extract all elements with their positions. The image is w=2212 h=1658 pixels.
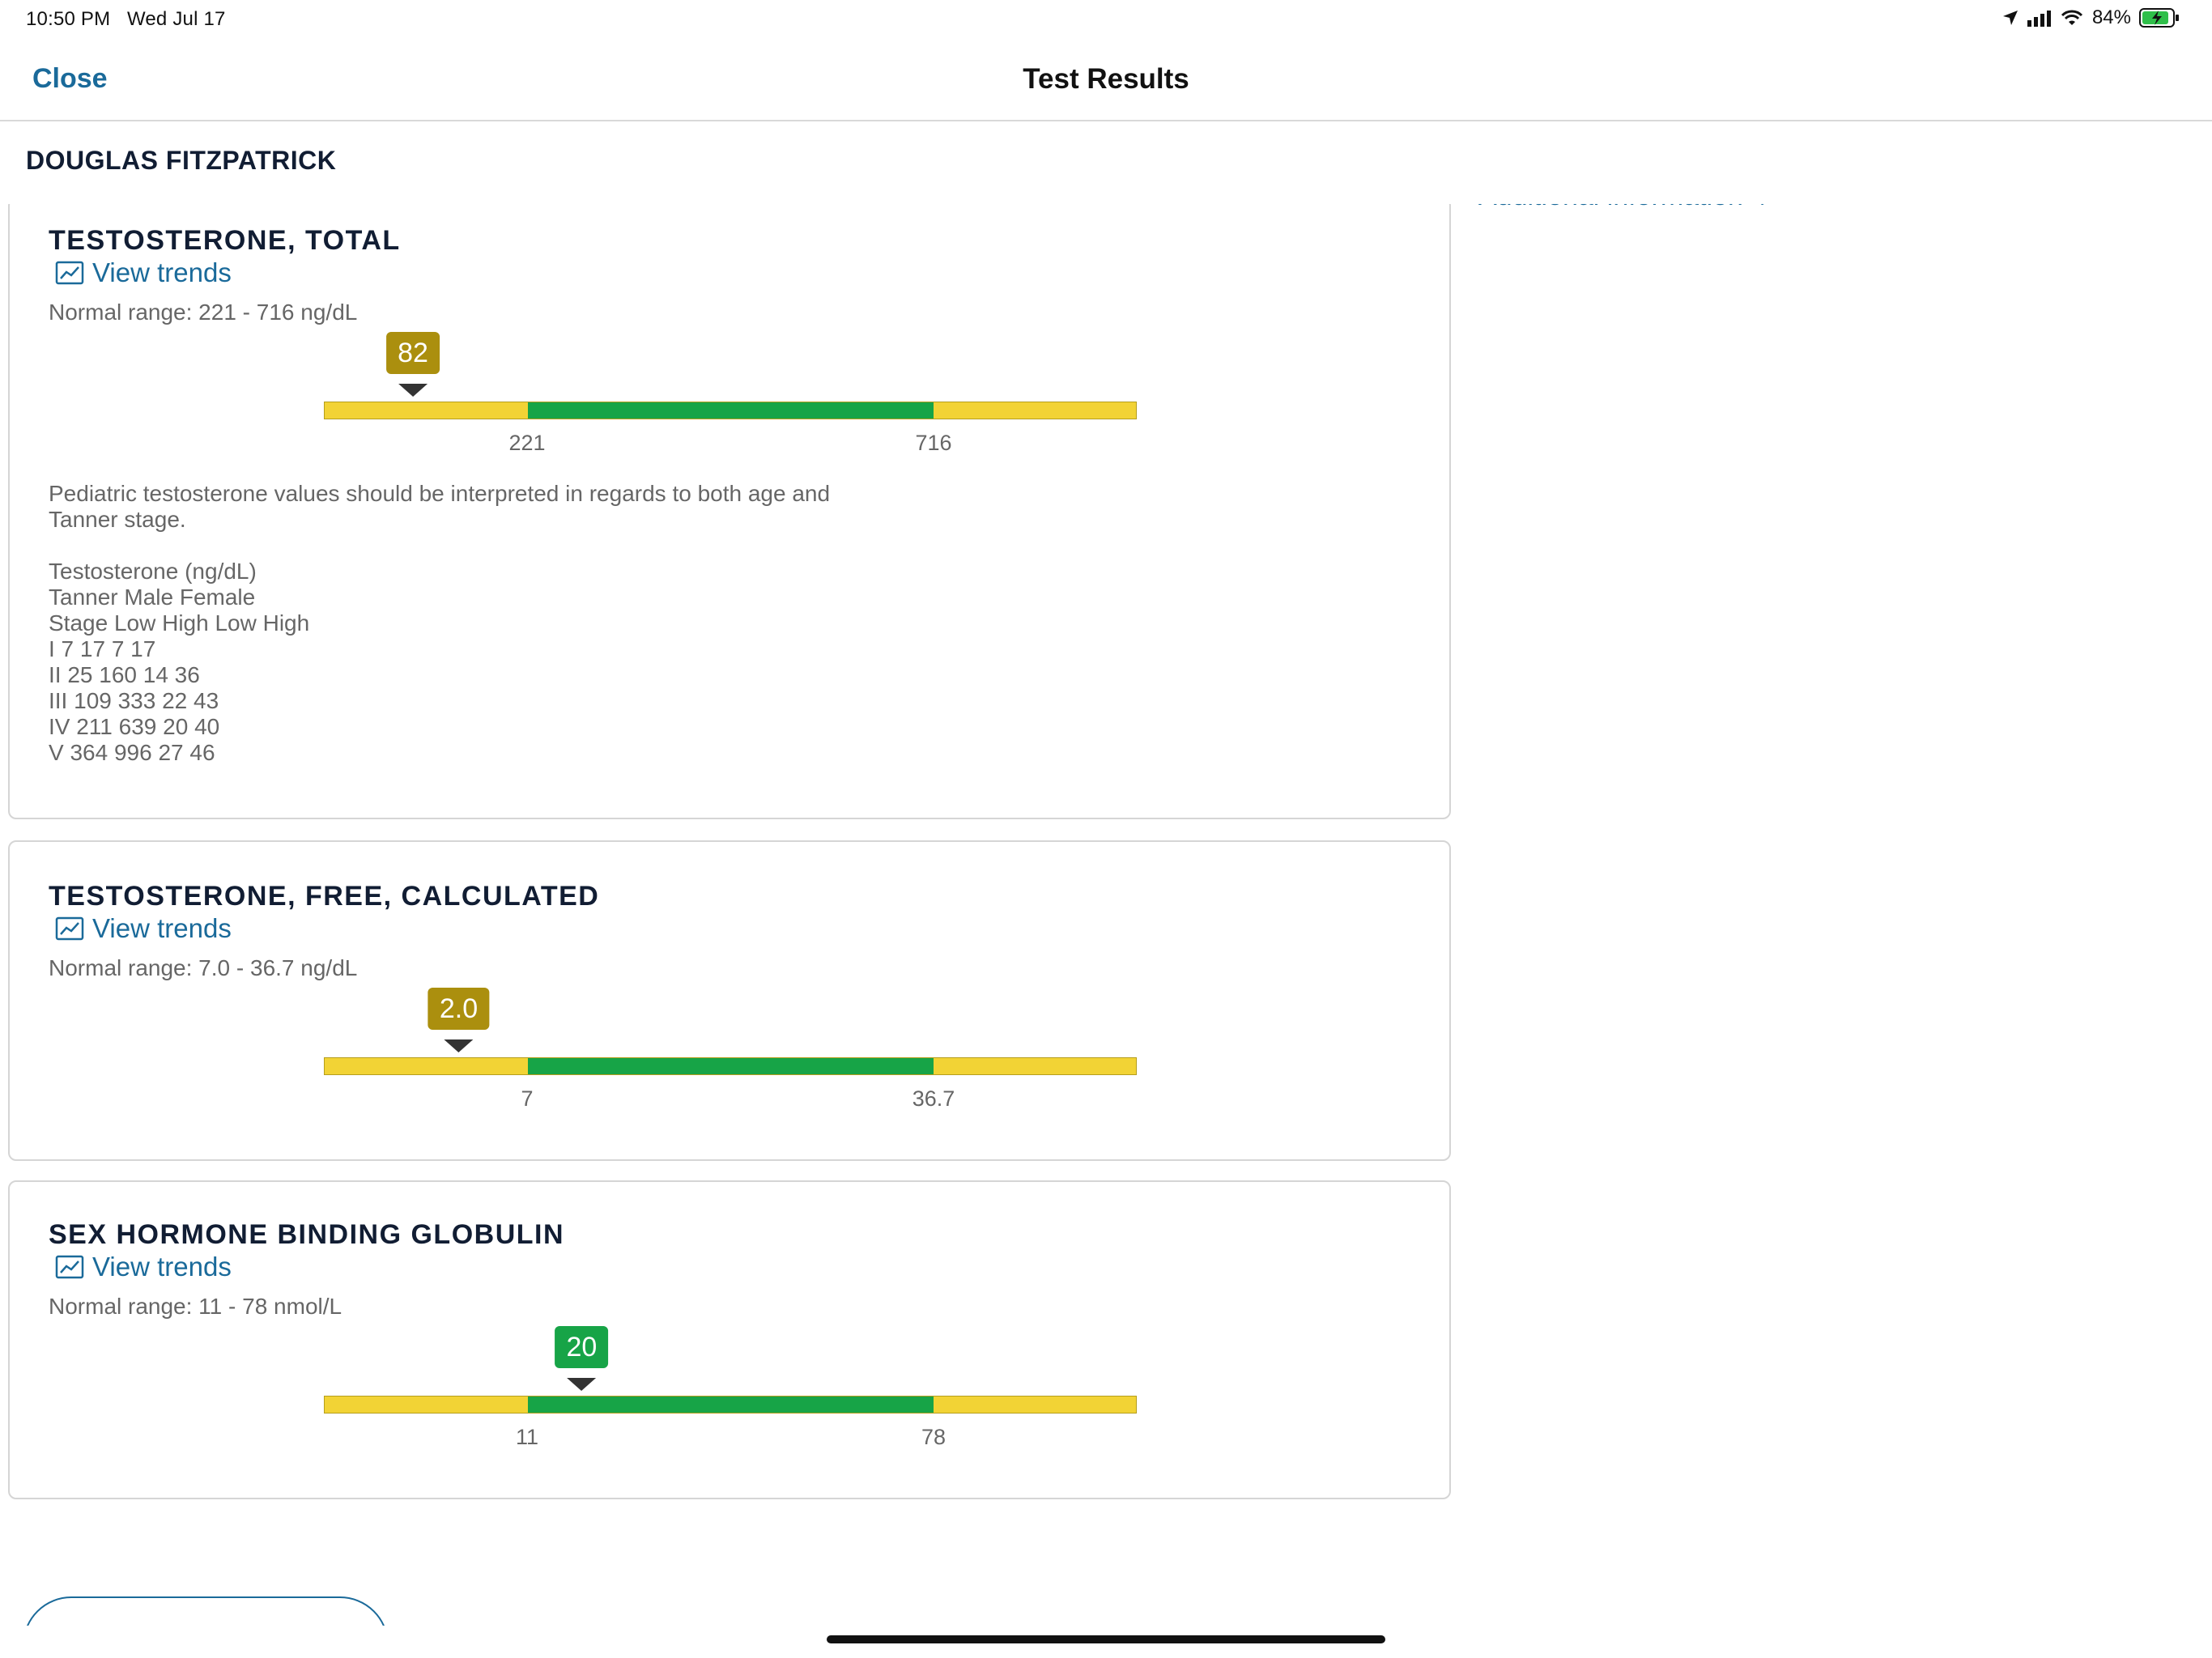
range-bar [324, 1396, 1137, 1414]
above-range-segment [933, 402, 1136, 419]
result-value-marker: 82 [386, 332, 440, 397]
status-date: Wed Jul 17 [126, 8, 226, 30]
result-notes: Pediatric testosterone values should be … [49, 481, 1101, 766]
note-line [49, 533, 1101, 559]
page-title: Test Results [1023, 63, 1189, 95]
result-card-shbg: SEX HORMONE BINDING GLOBULIN View trends… [8, 1180, 1451, 1499]
trend-chart-icon [55, 916, 84, 941]
normal-range: Normal range: 221 - 716 ng/dL [49, 300, 358, 325]
status-clock: 10:50 PM [26, 8, 111, 30]
marker-arrow [444, 1039, 474, 1052]
result-value-badge: 2.0 [428, 988, 490, 1030]
result-card-testosterone-total: TESTOSTERONE, TOTAL View trends Normal r… [8, 204, 1451, 819]
trend-chart-icon [55, 1255, 84, 1279]
chevron-down-icon: ⌄ [1750, 204, 1774, 211]
note-line: Tanner Male Female [49, 585, 256, 610]
view-trends-label: View trends [92, 257, 232, 287]
status-indicators: 84% [2001, 6, 2180, 29]
range-bar [324, 402, 1137, 419]
trend-chart-icon [55, 261, 84, 285]
note-line: Pediatric testosterone values should be … [49, 481, 831, 506]
view-trends-link[interactable]: View trends [55, 913, 232, 944]
range-gauge: 2.0 7 36.7 [324, 988, 1137, 1111]
note-line: Testosterone (ng/dL) [49, 559, 257, 584]
patient-name: DOUGLAS FITZPATRICK [26, 146, 337, 175]
result-value-badge: 82 [386, 332, 440, 374]
battery-charging-icon [2139, 8, 2179, 28]
range-high-label: 78 [921, 1425, 946, 1449]
note-line: Tanner stage. [49, 507, 186, 532]
normal-range-segment [527, 1397, 934, 1413]
below-range-segment [325, 1058, 528, 1074]
additional-information-label: Additional information [1478, 204, 1743, 211]
result-title: TESTOSTERONE, TOTAL [49, 225, 401, 256]
range-low-label: 11 [515, 1425, 539, 1449]
normal-range: Normal range: 11 - 78 nmol/L [49, 1294, 342, 1319]
location-icon [2002, 11, 2018, 25]
additional-information-link[interactable]: Additional information ⌄ [1478, 204, 1774, 212]
normal-range-segment [527, 1058, 934, 1074]
bottom-action-button[interactable] [23, 1596, 389, 1626]
view-trends-label: View trends [92, 1252, 232, 1282]
note-line: III 109 333 22 43 [49, 688, 219, 713]
battery-percent: 84% [2091, 6, 2131, 28]
above-range-segment [933, 1058, 1136, 1074]
marker-arrow [567, 1378, 597, 1391]
note-line: Stage Low High Low High [49, 610, 310, 636]
result-title: SEX HORMONE BINDING GLOBULIN [49, 1219, 565, 1250]
result-value-marker: 2.0 [428, 988, 490, 1052]
home-indicator[interactable] [827, 1635, 1385, 1643]
range-bar [324, 1057, 1137, 1075]
range-high-label: 36.7 [912, 1086, 955, 1111]
below-range-segment [325, 402, 528, 419]
range-high-label: 716 [915, 431, 952, 455]
range-gauge: 82 221 716 [324, 332, 1137, 455]
range-low-label: 221 [508, 431, 546, 455]
status-bar: 10:50 PM Wed Jul 17 84% [0, 0, 2212, 39]
result-value-badge: 20 [555, 1326, 609, 1368]
note-line: I 7 17 7 17 [49, 636, 156, 661]
wifi-icon [2061, 10, 2083, 25]
view-trends-link[interactable]: View trends [55, 1252, 232, 1282]
note-line: IV 211 639 20 40 [49, 714, 220, 739]
result-title: TESTOSTERONE, FREE, CALCULATED [49, 881, 600, 912]
range-gauge: 20 11 78 [324, 1326, 1137, 1449]
result-value-marker: 20 [555, 1326, 609, 1391]
nav-bar: Close Test Results [0, 39, 2212, 121]
range-low-label: 7 [521, 1086, 534, 1111]
result-card-testosterone-free: TESTOSTERONE, FREE, CALCULATED View tren… [8, 840, 1451, 1161]
above-range-segment [933, 1397, 1136, 1413]
note-line: V 364 996 27 46 [49, 740, 215, 765]
below-range-segment [325, 1397, 528, 1413]
cellular-signal-icon [2027, 11, 2051, 27]
normal-range-segment [527, 402, 934, 419]
results-scroll-area[interactable]: Additional information ⌄ TESTOSTERONE, T… [0, 204, 2212, 1626]
note-line: II 25 160 14 36 [49, 662, 200, 687]
view-trends-label: View trends [92, 913, 232, 943]
view-trends-link[interactable]: View trends [55, 257, 232, 288]
status-time: 10:50 PM Wed Jul 17 [26, 8, 226, 31]
normal-range: Normal range: 7.0 - 36.7 ng/dL [49, 955, 358, 980]
marker-arrow [398, 384, 428, 397]
